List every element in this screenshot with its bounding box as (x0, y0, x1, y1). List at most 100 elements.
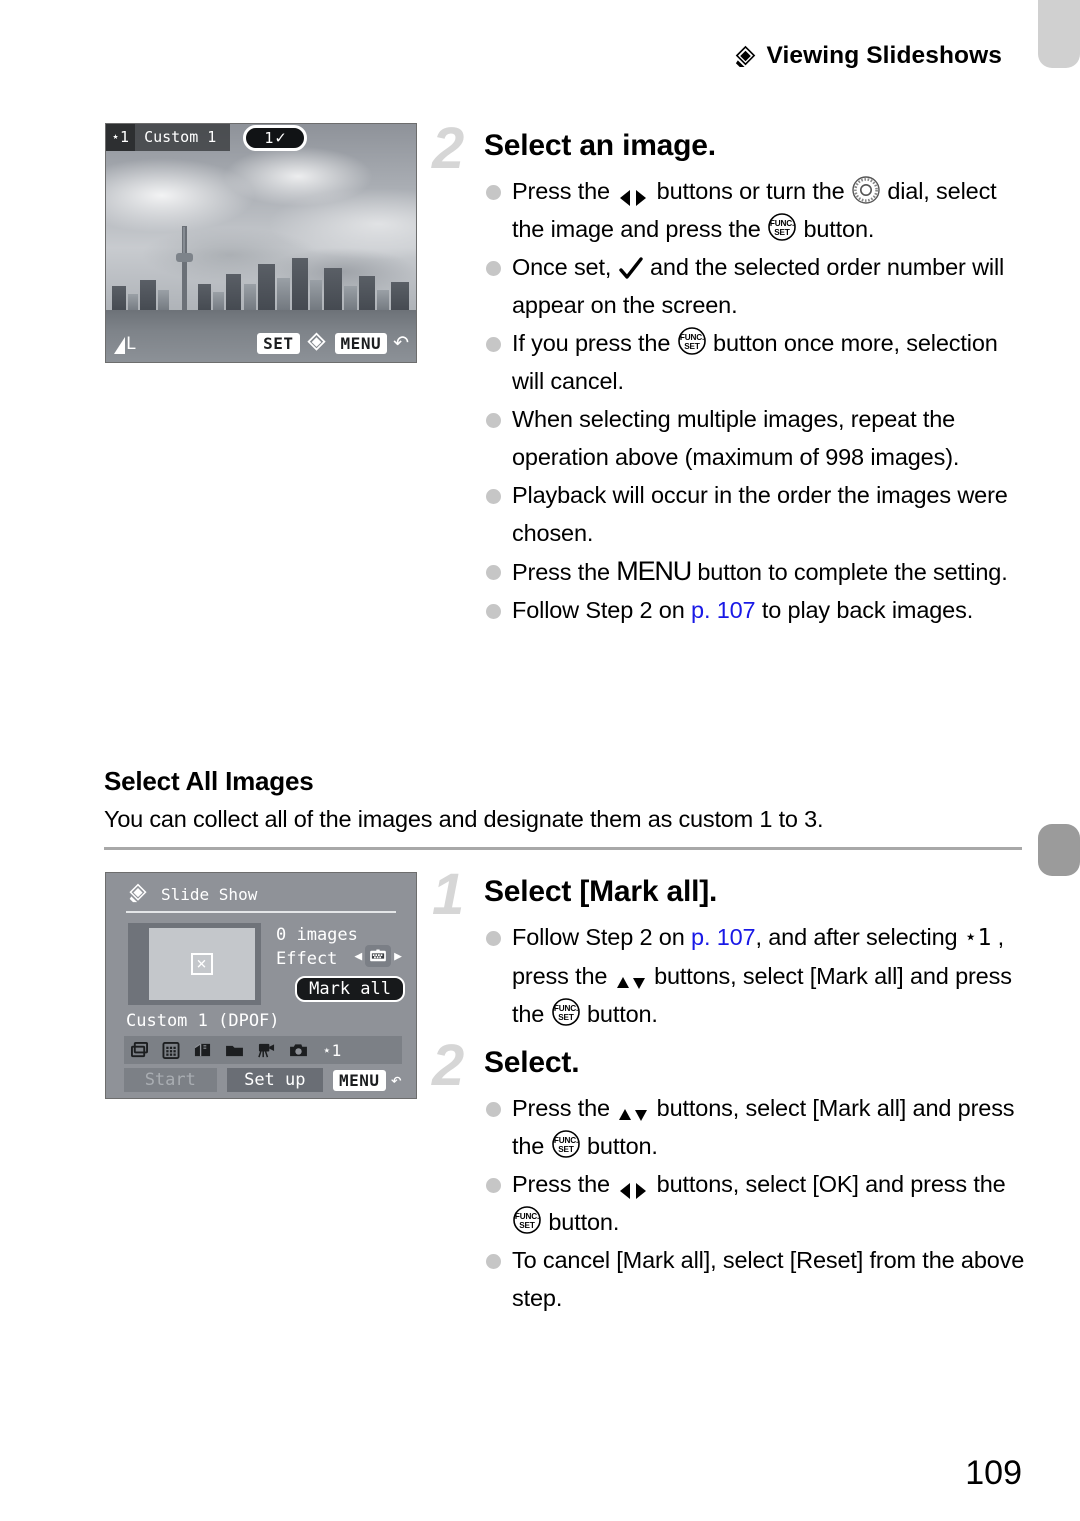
lcd-top-bar: ⋆1 Custom 1 (106, 124, 231, 151)
lcd-bottom-bar: SET MENU ↶ (257, 332, 409, 355)
arrow-right-icon[interactable]: ▶ (394, 949, 402, 964)
step-select-confirm: 2 Select. Press the buttons, select [Mar… (432, 1037, 1032, 1317)
svg-text:SET: SET (558, 1145, 574, 1154)
menu-button-row: Start Set up MENU ↶ (124, 1068, 402, 1092)
slideshow-category-strip[interactable]: ⋆1 (124, 1036, 402, 1064)
subsection-select-all-images: Select All Images You can collect all of… (104, 766, 1022, 833)
slideshow-diamond-icon (734, 45, 757, 68)
control-dial-icon (851, 175, 881, 205)
list-item: Once set, and the selected order number … (484, 248, 1032, 324)
back-arrow-icon: ↶ (390, 1068, 402, 1091)
no-image-icon: × (190, 953, 213, 975)
effect-transition-icon (365, 945, 392, 967)
step-number: 1 (432, 862, 465, 927)
subsection-heading: Select All Images (104, 766, 314, 796)
svg-text:FUNC.: FUNC. (515, 1212, 539, 1221)
step-title: Select. (484, 1046, 580, 1079)
setup-button[interactable]: Set up (226, 1068, 324, 1092)
menu-key-hint: MENU (333, 1069, 386, 1091)
checkmark-icon: ✓ (275, 127, 286, 148)
chapter-tab-top (1038, 0, 1080, 68)
step-bullet-list: Press the buttons, select [Mark all] and… (484, 1089, 1032, 1317)
list-item: Press the buttons or turn the dial, sele… (484, 172, 1032, 248)
page-reference-link[interactable]: p. 107 (691, 924, 756, 950)
effect-label: Effect (276, 949, 338, 969)
menu-title-label: Slide Show (161, 885, 258, 904)
svg-text:FUNC.: FUNC. (770, 219, 794, 228)
page-header: Viewing Slideshows (734, 42, 1002, 70)
start-button[interactable]: Start (124, 1068, 217, 1092)
custom-dpof-label: Custom 1 (DPOF) (126, 1011, 280, 1031)
list-item: Follow Step 2 on p. 107, and after selec… (484, 918, 1032, 1033)
func-set-button-icon: FUNC. SET (767, 212, 797, 242)
list-item: Follow Step 2 on p. 107 to play back ima… (484, 591, 1032, 629)
step-number: 2 (432, 1033, 465, 1098)
image-selection-screen: ⋆1 Custom 1 1 ✓ L SET MENU ↶ (105, 123, 417, 363)
step-bullet-list: Press the buttons or turn the dial, sele… (484, 172, 1032, 629)
quality-triangle-icon (114, 337, 125, 354)
order-number: 1 (264, 129, 274, 147)
still-camera-icon[interactable] (289, 1043, 308, 1058)
image-quality-indicator: L (114, 334, 136, 354)
page-number: 109 (965, 1454, 1022, 1492)
back-arrow-icon: ↶ (393, 333, 409, 354)
list-item: Press the buttons, select [Mark all] and… (484, 1089, 1032, 1165)
step-select-an-image: 2 Select an image. Press the buttons or … (432, 120, 1032, 629)
folder-icon[interactable] (225, 1043, 244, 1058)
slideshow-diamond-icon (306, 332, 329, 355)
mark-all-menu-item[interactable]: Mark all (295, 976, 405, 1002)
list-item: If you press the FUNC. SET button once mo… (484, 324, 1032, 400)
step-title: Select [Mark all]. (484, 875, 718, 908)
effect-selector[interactable]: ◀ ▶ (354, 945, 402, 967)
page-header-title: Viewing Slideshows (766, 42, 1002, 69)
step-select-mark-all: 1 Select [Mark all]. Follow Step 2 on p.… (432, 866, 1032, 1033)
thumbnail-preview: × (128, 923, 261, 1005)
list-item: Press the MENU button to complete the se… (484, 552, 1032, 591)
star-one-icon: ⋆1 (963, 925, 992, 951)
func-set-button-icon: FUNC. SET (551, 997, 581, 1027)
func-set-button-icon: FUNC. SET (551, 1129, 581, 1159)
menu-key-hint-group: MENU ↶ (333, 1068, 402, 1091)
list-item: To cancel [Mark all], select [Reset] fro… (484, 1241, 1032, 1317)
step-bullet-list: Follow Step 2 on p. 107, and after selec… (484, 918, 1032, 1033)
left-right-buttons-icon (616, 181, 650, 206)
svg-text:SET: SET (684, 342, 700, 351)
section-tab-marker (1038, 824, 1080, 876)
left-right-buttons-icon (616, 1174, 650, 1199)
set-key-hint: SET (257, 333, 300, 354)
menu-divider (126, 911, 396, 913)
grid-images-icon[interactable] (162, 1041, 180, 1059)
thumbnail-inner: × (148, 928, 255, 1000)
menu-title-row: Slide Show (128, 883, 257, 906)
list-item: Playback will occur in the order the ima… (484, 476, 1032, 552)
step-header: 1 Select [Mark all]. (432, 866, 1032, 924)
list-item: When selecting multiple images, repeat t… (484, 400, 1032, 476)
page-reference-link[interactable]: p. 107 (691, 597, 756, 623)
step-number: 2 (432, 116, 465, 181)
step-header: 2 Select. (432, 1037, 1032, 1095)
svg-text:FUNC.: FUNC. (553, 1136, 577, 1145)
func-set-button-icon: FUNC. SET (512, 1205, 542, 1235)
images-count-label: 0 images (276, 925, 358, 945)
up-down-buttons-icon (614, 966, 648, 989)
custom-star-badge: ⋆1 (106, 124, 136, 151)
arrow-left-icon[interactable]: ◀ (354, 949, 362, 964)
multiple-images-icon[interactable] (130, 1041, 149, 1059)
section-divider (104, 847, 1022, 850)
svg-text:SET: SET (519, 1221, 535, 1230)
star-one-icon[interactable]: ⋆1 (322, 1041, 341, 1060)
svg-text:SET: SET (558, 1013, 574, 1022)
subsection-body: You can collect all of the images and de… (104, 806, 824, 832)
quality-size-label: L (126, 334, 137, 354)
selection-order-badge: 1 ✓ (243, 125, 307, 151)
svg-text:SET: SET (774, 228, 790, 237)
up-down-buttons-icon (616, 1098, 650, 1121)
city-skyline (106, 222, 416, 314)
folder-stack-icon[interactable] (193, 1042, 212, 1059)
menu-key-hint: MENU (334, 333, 388, 354)
func-set-button-icon: FUNC. SET (677, 326, 707, 356)
movie-camera-icon[interactable] (257, 1042, 276, 1059)
lcd-title: Custom 1 (135, 124, 231, 151)
menu-button-icon: MENU (616, 556, 692, 586)
svg-text:FUNC.: FUNC. (553, 1004, 577, 1013)
